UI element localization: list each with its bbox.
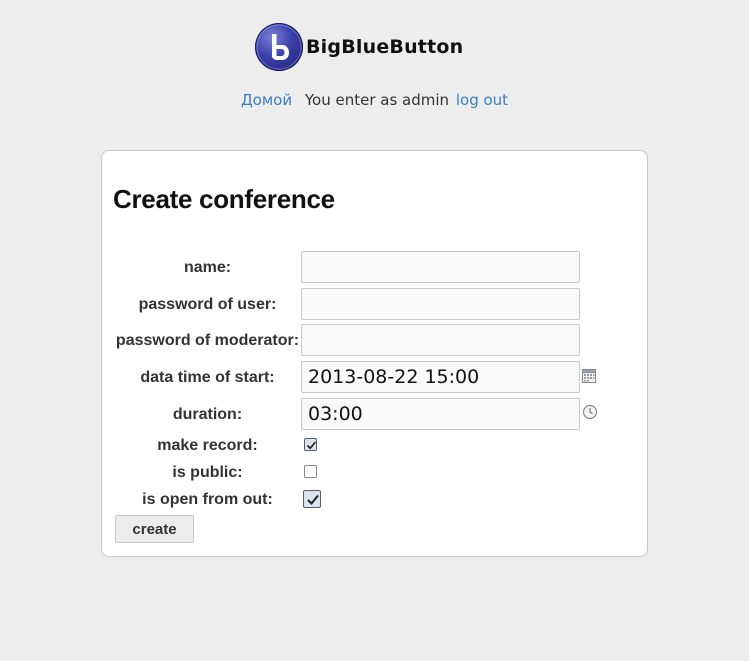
- page-title: Create conference: [113, 184, 335, 214]
- name-row: name:: [102, 251, 647, 283]
- create-button[interactable]: create: [115, 515, 194, 543]
- logout-link[interactable]: log out: [456, 91, 508, 109]
- duration-label: duration:: [172, 406, 243, 423]
- password-moderator-row: password of moderator:: [102, 324, 647, 356]
- start-label: data time of start:: [140, 369, 275, 386]
- password-user-row: password of user:: [102, 288, 647, 320]
- password-moderator-label: password of moderator:: [115, 332, 300, 349]
- make-record-checkbox[interactable]: [304, 438, 317, 451]
- name-input[interactable]: [301, 251, 580, 283]
- user-status-text: You enter as admin: [304, 91, 450, 109]
- is-public-label: is public:: [172, 464, 243, 481]
- duration-input[interactable]: [301, 398, 580, 430]
- create-conference-panel: Create conference name: password of user…: [101, 150, 648, 557]
- password-user-input[interactable]: [301, 288, 580, 320]
- start-datetime-input[interactable]: [301, 361, 580, 393]
- top-nav: Домой You enter as admin log out: [0, 91, 749, 109]
- password-moderator-input[interactable]: [301, 324, 580, 356]
- logo-text: BigBlueButton: [306, 36, 464, 58]
- name-label: name:: [183, 259, 232, 276]
- duration-row: duration:: [102, 398, 647, 430]
- bigbluebutton-logo-icon: [255, 23, 303, 71]
- is-open-checkbox[interactable]: [303, 490, 321, 508]
- logo: BigBlueButton: [255, 23, 463, 71]
- password-user-label: password of user:: [138, 296, 277, 313]
- make-record-label: make record:: [157, 437, 258, 454]
- start-row: data time of start:: [102, 361, 647, 393]
- is-open-label: is open from out:: [142, 491, 273, 508]
- is-public-checkbox[interactable]: [304, 465, 317, 478]
- home-link[interactable]: Домой: [241, 91, 292, 109]
- clock-icon[interactable]: [582, 404, 598, 420]
- calendar-icon[interactable]: [582, 368, 597, 384]
